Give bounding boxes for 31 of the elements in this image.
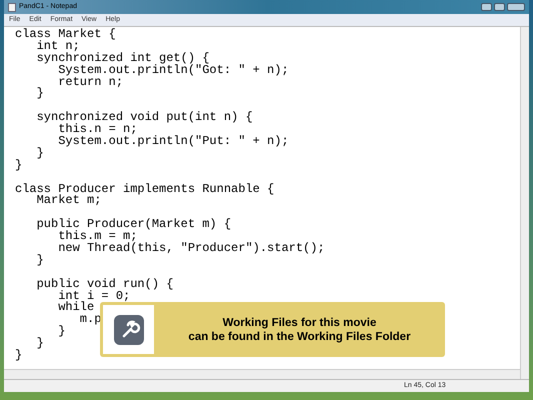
notice-text: can be found in the Working Files Folder	[188, 330, 411, 344]
code-line: class Producer implements Runnable {	[15, 182, 274, 195]
minimize-button[interactable]	[481, 3, 492, 11]
code-line: m.p	[78, 313, 102, 326]
code-line: this.n = n;	[58, 123, 138, 136]
code-line: }	[36, 337, 44, 350]
wrench-icon	[114, 314, 144, 344]
close-button[interactable]	[507, 3, 525, 11]
code-line: int i = 0;	[58, 290, 130, 302]
code-line: class Market {	[15, 28, 116, 40]
code-line: int n;	[36, 40, 80, 52]
code-line: }	[15, 158, 22, 171]
notice-text: Working Files for this movie	[222, 316, 376, 330]
code-line: }	[36, 87, 44, 100]
code-line: }	[36, 146, 44, 159]
notepad-icon	[8, 2, 16, 12]
code-line: public void run() {	[36, 278, 174, 290]
code-line: while	[57, 301, 94, 314]
code-line: return n;	[57, 76, 124, 88]
code-line: }	[15, 349, 22, 361]
code-line: }	[57, 325, 66, 338]
maximize-button[interactable]	[494, 3, 505, 11]
code-line: System.out.println("Got: " + n);	[58, 64, 289, 76]
code-line: synchronized void put(int n) {	[36, 111, 253, 124]
code-line: System.out.println("Put: " + n);	[57, 134, 289, 147]
code-line: synchronized int get() {	[36, 52, 210, 64]
code-line: new Thread(this, "Producer").start();	[57, 242, 325, 254]
code-line: public Producer(Market m) {	[36, 218, 232, 230]
code-line: Market m;	[36, 194, 102, 206]
code-line: }	[36, 254, 44, 266]
code-line: this.m = m;	[58, 230, 138, 242]
